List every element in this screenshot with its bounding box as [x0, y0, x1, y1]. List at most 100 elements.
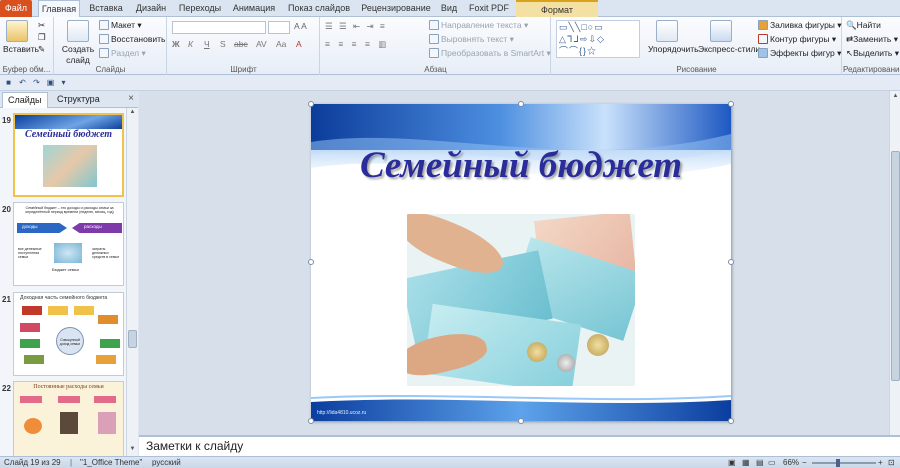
- scroll-down-icon[interactable]: ▼: [128, 446, 137, 455]
- paste-button[interactable]: Вставить: [3, 44, 39, 55]
- shape-fill-button[interactable]: Заливка фигуры ▾: [758, 20, 842, 31]
- customize-qat-icon[interactable]: ▾: [58, 77, 69, 88]
- tab-1[interactable]: Главная: [38, 0, 80, 18]
- reset-button[interactable]: Восстановить: [99, 34, 165, 45]
- format-painter-icon[interactable]: ✎: [38, 44, 45, 55]
- align-text-button[interactable]: Выровнять текст ▾: [429, 34, 514, 45]
- tab-9[interactable]: Foxit PDF: [466, 0, 512, 17]
- case-button[interactable]: Aa: [276, 39, 286, 50]
- slide-thumbnail-21[interactable]: Доходная часть семейного бюджета Совокуп…: [13, 292, 124, 376]
- replace-button[interactable]: ⇄Заменить ▾: [846, 34, 898, 45]
- slide-thumbnail-19[interactable]: Семейный бюджет: [13, 113, 124, 197]
- resize-handle[interactable]: [728, 259, 734, 265]
- redo-icon[interactable]: ↷: [31, 77, 42, 88]
- layout-button[interactable]: Макет ▾: [99, 20, 142, 31]
- tab-7[interactable]: Рецензирование: [360, 0, 432, 17]
- language-indicator[interactable]: русский: [152, 457, 181, 468]
- money-picture[interactable]: [407, 214, 635, 386]
- slide-title[interactable]: Семейный бюджет: [311, 144, 731, 187]
- fit-slide-icon[interactable]: ⊡: [888, 457, 895, 468]
- font-color-button[interactable]: A: [296, 39, 302, 50]
- paste-icon: [6, 20, 28, 42]
- notes-pane[interactable]: Заметки к слайду: [139, 435, 900, 456]
- shape-outline-button[interactable]: Контур фигуры ▾: [758, 34, 836, 45]
- zoom-slider-thumb[interactable]: [836, 459, 840, 467]
- resize-handle[interactable]: [308, 259, 314, 265]
- align-buttons[interactable]: ≡ ≡ ≡ ≡ ▥: [325, 39, 389, 50]
- quick-styles-button[interactable]: Экспресс-стили: [698, 44, 760, 55]
- resize-handle[interactable]: [518, 418, 524, 424]
- resize-handle[interactable]: [728, 101, 734, 107]
- replace-label: Заменить: [853, 34, 892, 44]
- undo-icon[interactable]: ↶: [17, 77, 28, 88]
- spacing-button[interactable]: AV: [256, 39, 267, 50]
- slides-panel: Слайды Структура × 19 Семейный бюджет 20…: [0, 91, 138, 456]
- zoom-out-icon[interactable]: −: [802, 457, 807, 468]
- tab-0[interactable]: Файл: [0, 0, 32, 17]
- underline-button[interactable]: Ч: [204, 39, 210, 50]
- panel-scrollbar[interactable]: ▲ ▼: [126, 108, 138, 456]
- resize-handle[interactable]: [728, 418, 734, 424]
- thumb-center-circle: Совокупный доход семьи: [56, 327, 84, 355]
- thumb-title: Доходная часть семейного бюджета: [20, 295, 108, 301]
- shadow-button[interactable]: S: [220, 39, 226, 50]
- editor-scrollbar[interactable]: ▲: [889, 91, 900, 435]
- slideshow-view-icon[interactable]: ▭: [768, 457, 776, 468]
- thumb-income: доходы: [22, 224, 38, 229]
- slide-sorter-icon[interactable]: ▦: [742, 457, 750, 468]
- shapes-gallery[interactable]: ▭╲╲□○▭ △ᒣᒧ⇨⇩◇ ⌒⌒{}☆: [556, 20, 640, 58]
- slide-number: 21: [2, 295, 11, 304]
- panel-scroll-thumb[interactable]: [128, 330, 137, 348]
- text-direction-label: Направление текста: [441, 20, 522, 30]
- scroll-up-icon[interactable]: ▲: [891, 93, 900, 102]
- tab-slides[interactable]: Слайды: [2, 92, 48, 108]
- resize-handle[interactable]: [308, 101, 314, 107]
- zoom-slider[interactable]: [812, 462, 876, 464]
- zoom-level[interactable]: 66%: [783, 457, 799, 468]
- tab-outline[interactable]: Структура: [52, 92, 105, 108]
- section-button[interactable]: Раздел ▾: [99, 48, 146, 59]
- slideshow-icon[interactable]: ▣: [45, 77, 56, 88]
- slide-number: 22: [2, 384, 11, 393]
- tab-2[interactable]: Вставка: [86, 0, 126, 17]
- arrange-button[interactable]: Упорядочить: [648, 44, 699, 55]
- slide-thumbnail-22[interactable]: Постоянные расходы семьи: [13, 381, 124, 456]
- select-button[interactable]: ↖Выделить ▾: [846, 48, 899, 59]
- shape-effects-button[interactable]: Эффекты фигур ▾: [758, 48, 841, 59]
- tab-8[interactable]: Вид: [437, 0, 461, 17]
- font-name-combo[interactable]: [172, 21, 266, 34]
- layout-icon: [99, 20, 109, 30]
- editor-scroll-thumb[interactable]: [891, 151, 900, 381]
- slide-canvas[interactable]: Семейный бюджет http://lida4810.ucoz.ru: [311, 104, 731, 421]
- tab-6[interactable]: Показ слайдов: [284, 0, 354, 17]
- zoom-in-icon[interactable]: +: [878, 457, 883, 468]
- reading-view-icon[interactable]: ▤: [756, 457, 764, 468]
- save-icon[interactable]: ■: [3, 77, 14, 88]
- find-button[interactable]: 🔍Найти: [846, 20, 881, 31]
- italic-button[interactable]: К: [188, 39, 193, 50]
- bold-button[interactable]: Ж: [172, 39, 180, 50]
- scroll-up-icon[interactable]: ▲: [128, 109, 137, 118]
- copy-icon[interactable]: ❐: [38, 32, 46, 43]
- tab-3[interactable]: Дизайн: [132, 0, 170, 17]
- strike-button[interactable]: abc: [234, 39, 248, 50]
- new-slide-button[interactable]: Создать слайд: [58, 44, 98, 66]
- resize-handle[interactable]: [308, 418, 314, 424]
- smartart-button[interactable]: Преобразовать в SmartArt ▾: [429, 48, 551, 59]
- tab-10[interactable]: Формат: [516, 0, 598, 17]
- font-size-combo[interactable]: [268, 21, 290, 34]
- resize-handle[interactable]: [518, 101, 524, 107]
- list-buttons[interactable]: ☰ ☰ ⇤ ⇥ ≡: [325, 21, 387, 32]
- slide-thumbnail-20[interactable]: Семейный бюджет – это доходы и расходы с…: [13, 202, 124, 286]
- select-label: Выделить: [853, 48, 893, 58]
- close-panel-icon[interactable]: ×: [128, 93, 134, 104]
- tab-4[interactable]: Переходы: [176, 0, 224, 17]
- thumb-box: [20, 323, 40, 332]
- tab-5[interactable]: Анимация: [230, 0, 278, 17]
- group-clipboard: Вставить ✂ ❐ ✎ Буфер обм...: [0, 17, 54, 75]
- normal-view-icon[interactable]: ▣: [728, 457, 736, 468]
- ribbon: Вставить ✂ ❐ ✎ Буфер обм... Создать слай…: [0, 17, 900, 75]
- cut-icon[interactable]: ✂: [38, 20, 45, 31]
- grow-font-icon[interactable]: A A: [294, 21, 307, 32]
- text-direction-button[interactable]: Направление текста ▾: [429, 20, 528, 31]
